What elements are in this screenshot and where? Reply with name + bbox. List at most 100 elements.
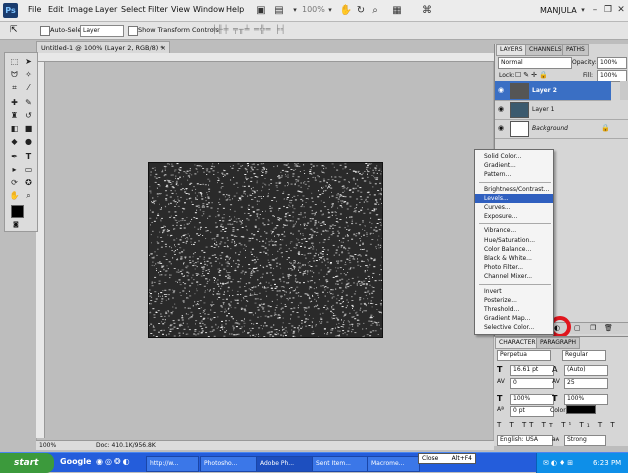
- menu-item-channel-mixer[interactable]: Channel Mixer...: [475, 272, 553, 281]
- tab-channels[interactable]: CHANNELS: [525, 44, 566, 56]
- menu-item-curves[interactable]: Curves...: [475, 203, 553, 212]
- blend-mode-dropdown[interactable]: Normal: [498, 57, 572, 69]
- gradient-tool-icon[interactable]: ■: [22, 123, 35, 134]
- zoom-level[interactable]: 100%: [302, 5, 325, 14]
- quick-launch-icons[interactable]: ◉◎❂◐: [96, 457, 132, 466]
- delete-layer-icon[interactable]: 🗑: [604, 324, 613, 332]
- screen-mode-icon[interactable]: ⌘: [420, 4, 434, 17]
- pen-tool-icon[interactable]: ✒: [8, 151, 21, 162]
- menu-item-hue-saturation[interactable]: Hue/Saturation...: [475, 236, 553, 245]
- menu-item-pattern[interactable]: Pattern...: [475, 170, 553, 179]
- layer-row-layer-2[interactable]: ◉ Layer 2: [495, 81, 611, 101]
- path-selection-icon[interactable]: ▸: [8, 164, 21, 175]
- leading-field[interactable]: (Auto): [564, 365, 608, 376]
- antialias-dropdown[interactable]: Strong: [564, 435, 606, 446]
- lasso-tool-icon[interactable]: ᗢ: [8, 69, 21, 80]
- brush-tool-icon[interactable]: ✎: [22, 97, 35, 108]
- view-extras-icon[interactable]: ▤: [272, 4, 286, 17]
- type-tool-icon[interactable]: T: [22, 151, 35, 162]
- tab-character[interactable]: CHARACTER: [495, 337, 540, 349]
- slice-tool-icon[interactable]: ⁄: [22, 82, 35, 93]
- move-tool-icon[interactable]: ⇱: [10, 25, 18, 35]
- workspace-switcher[interactable]: MANJULA: [540, 6, 577, 15]
- baseline-shift-field[interactable]: 0 pt: [510, 406, 554, 417]
- layers-scrollbar[interactable]: [620, 81, 628, 100]
- healing-brush-icon[interactable]: ✚: [8, 97, 21, 108]
- layer-row-background[interactable]: ◉ Background 🔒: [495, 119, 628, 139]
- noise-canvas[interactable]: [148, 162, 383, 338]
- dodge-tool-icon[interactable]: ●: [22, 136, 35, 147]
- menu-edit[interactable]: Edit: [48, 5, 64, 14]
- menu-item-color-balance[interactable]: Color Balance...: [475, 245, 553, 254]
- task-photoshop-1[interactable]: Photosho...: [200, 456, 257, 472]
- rotate-view-icon[interactable]: ↻: [354, 4, 368, 17]
- task-macromedia[interactable]: Macrome...: [367, 456, 420, 472]
- marquee-tool-icon[interactable]: ⬚: [8, 56, 21, 67]
- new-layer-icon[interactable]: ❐: [590, 324, 596, 332]
- magic-wand-icon[interactable]: ✧: [22, 69, 35, 80]
- chevron-down-icon[interactable]: ▾: [288, 4, 302, 17]
- 3d-orbit-icon[interactable]: ✪: [22, 177, 35, 188]
- crop-tool-icon[interactable]: ⌗: [8, 82, 21, 93]
- document-tab[interactable]: Untitled-1 @ 100% (Layer 2, RGB/8) * ×: [36, 41, 170, 53]
- font-style-dropdown[interactable]: Regular: [562, 350, 606, 361]
- arrange-documents-icon[interactable]: ▦: [390, 4, 404, 17]
- ruler-horizontal[interactable]: [36, 53, 494, 62]
- chevron-down-icon[interactable]: ▾: [576, 4, 590, 17]
- tab-layers[interactable]: LAYERS: [496, 44, 527, 56]
- menu-filter[interactable]: Filter: [148, 5, 168, 14]
- eye-icon[interactable]: ◉: [498, 105, 506, 113]
- restore-icon[interactable]: ❐: [602, 4, 614, 16]
- minimize-icon[interactable]: –: [589, 4, 601, 16]
- status-zoom[interactable]: 100%: [39, 441, 56, 451]
- bridge-icon[interactable]: ▣: [254, 4, 268, 17]
- task-browser[interactable]: http://w...: [146, 456, 199, 472]
- tray-icons[interactable]: ✉◐♦⊞: [543, 453, 575, 473]
- zoom-icon[interactable]: ⌕: [368, 4, 382, 17]
- menu-item-selective-color[interactable]: Selective Color...: [475, 323, 553, 332]
- history-brush-icon[interactable]: ↺: [22, 110, 35, 121]
- opacity-field[interactable]: 100%: [597, 57, 627, 69]
- menu-file[interactable]: File: [28, 5, 41, 14]
- font-family-dropdown[interactable]: Perpetua: [497, 350, 551, 361]
- menu-item-brightness-contrast[interactable]: Brightness/Contrast...: [475, 185, 553, 194]
- eye-icon[interactable]: ◉: [498, 86, 506, 94]
- hand-icon[interactable]: ✋: [339, 4, 353, 17]
- google-toolbar[interactable]: Google: [60, 457, 91, 466]
- show-transform-checkbox[interactable]: [128, 26, 138, 36]
- task-photoshop-2[interactable]: Adobe Ph...: [256, 456, 313, 472]
- eye-icon[interactable]: ◉: [498, 124, 506, 132]
- quick-mask-icon[interactable]: ◙: [13, 221, 19, 228]
- menu-item-black-white[interactable]: Black & White...: [475, 254, 553, 263]
- text-style-buttons[interactable]: T T TT Tт T¹ T₁ T T: [497, 421, 618, 429]
- menu-image[interactable]: Image: [68, 5, 93, 14]
- tab-paths[interactable]: PATHS: [562, 44, 589, 56]
- font-size-field[interactable]: 16.61 pt: [510, 365, 554, 376]
- menu-layer[interactable]: Layer: [95, 5, 117, 14]
- task-sent-items[interactable]: Sent Item...: [312, 456, 369, 472]
- auto-select-checkbox[interactable]: [40, 26, 50, 36]
- menu-item-posterize[interactable]: Posterize...: [475, 296, 553, 305]
- menu-item-vibrance[interactable]: Vibrance...: [475, 226, 553, 235]
- lock-icons[interactable]: ☐✎✛🔒: [515, 71, 550, 79]
- move-tool-icon[interactable]: ➤: [22, 56, 35, 67]
- new-group-icon[interactable]: ▢: [574, 324, 581, 332]
- menu-item-levels[interactable]: Levels...: [475, 194, 553, 203]
- menu-select[interactable]: Select: [121, 5, 146, 14]
- menu-item-gradient[interactable]: Gradient...: [475, 161, 553, 170]
- menu-item-exposure[interactable]: Exposure...: [475, 212, 553, 221]
- menu-window[interactable]: Window: [193, 5, 225, 14]
- zoom-tool-icon[interactable]: ⌕: [22, 190, 35, 201]
- foreground-color-swatch[interactable]: [11, 205, 24, 218]
- chevron-down-icon[interactable]: ▾: [323, 4, 337, 17]
- blur-tool-icon[interactable]: ◆: [8, 136, 21, 147]
- vertical-scale-field[interactable]: 100%: [510, 394, 554, 405]
- menu-item-gradient-map[interactable]: Gradient Map...: [475, 314, 553, 323]
- layer-row-layer-1[interactable]: ◉ Layer 1: [495, 100, 628, 120]
- 3d-rotate-icon[interactable]: ⟳: [8, 177, 21, 188]
- tracking-field[interactable]: 25: [564, 378, 608, 389]
- start-button[interactable]: start: [0, 453, 54, 473]
- menu-item-threshold[interactable]: Threshold...: [475, 305, 553, 314]
- kerning-field[interactable]: 0: [510, 378, 554, 389]
- auto-select-dropdown[interactable]: Layer: [80, 25, 124, 37]
